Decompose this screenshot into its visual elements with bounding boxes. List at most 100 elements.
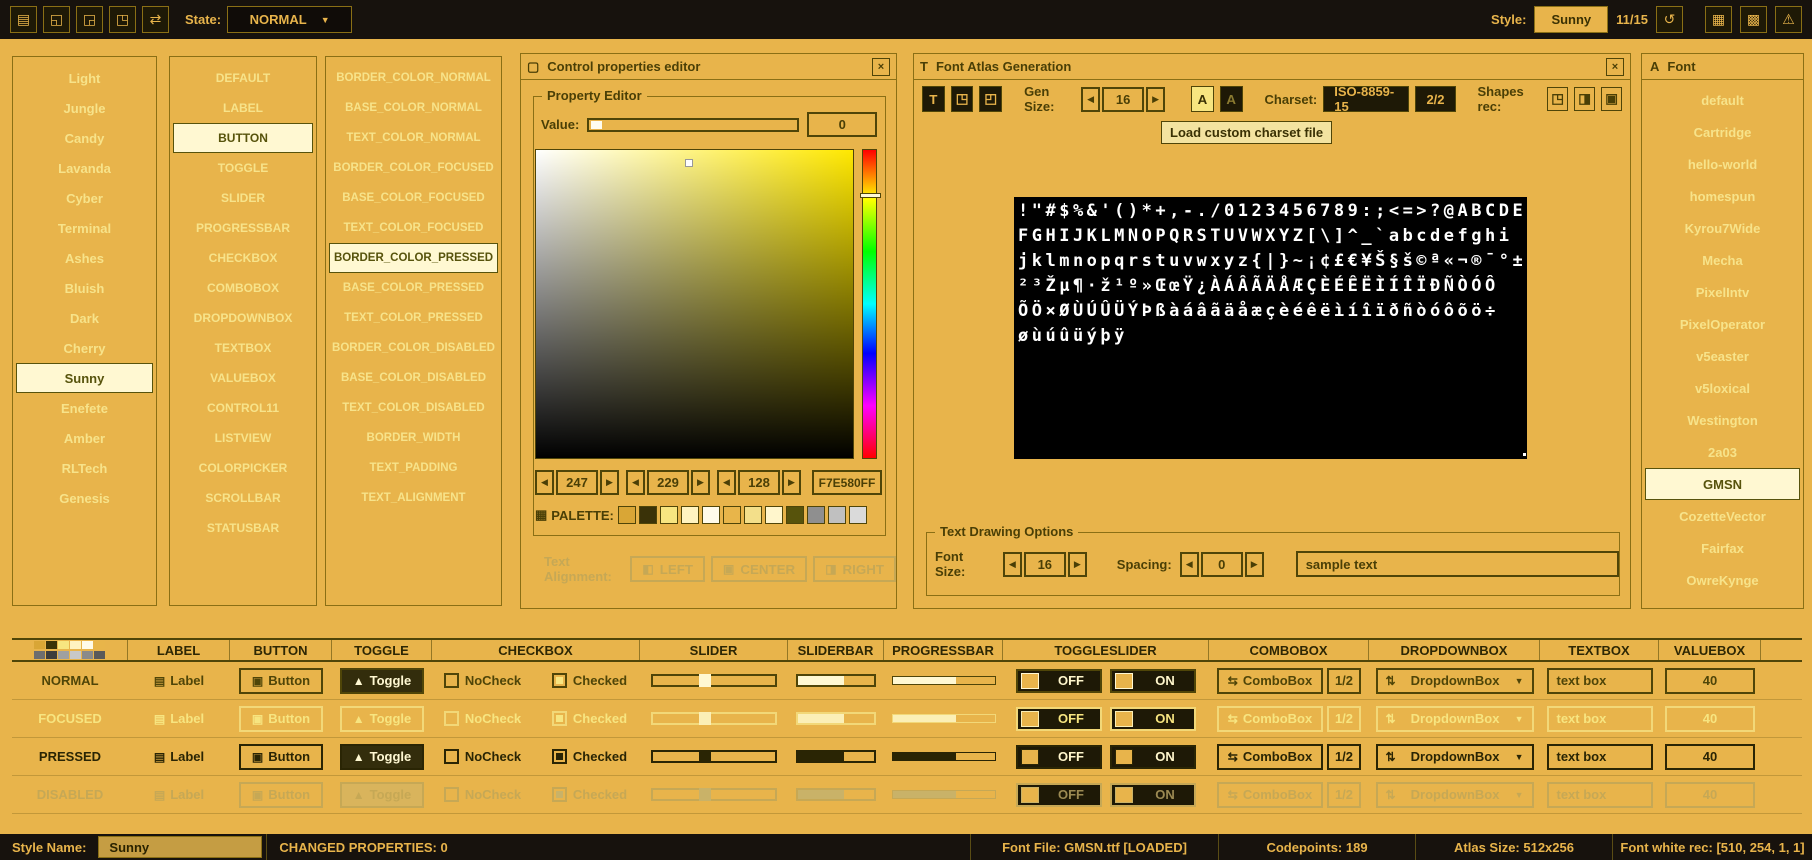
gen-size-decrement-icon[interactable]: ◀: [1081, 87, 1100, 112]
control-list-item[interactable]: DEFAULT: [173, 63, 313, 93]
palette-swatch[interactable]: [744, 506, 762, 524]
preview-textbox[interactable]: text box: [1547, 706, 1653, 732]
toggleslider-knob[interactable]: [1115, 787, 1133, 803]
hex-color-field[interactable]: F7E580FF: [812, 470, 882, 495]
random-style-icon[interactable]: ⇄: [142, 6, 169, 33]
export-style-icon[interactable]: ◳: [109, 6, 136, 33]
palette-swatch[interactable]: [702, 506, 720, 524]
preview-checkbox-checked[interactable]: Checked: [539, 749, 640, 764]
preview-toggleslider-on[interactable]: ON: [1110, 783, 1196, 807]
palette-swatch[interactable]: [723, 506, 741, 524]
palette-swatch[interactable]: [786, 506, 804, 524]
checkbox-icon[interactable]: [444, 749, 459, 764]
preview-toggle[interactable]: ▲ Toggle: [340, 744, 424, 770]
style-list-item[interactable]: Genesis: [16, 483, 153, 513]
shapes-rec-icon-3[interactable]: ▣: [1601, 87, 1622, 111]
green-increment-icon[interactable]: ▶: [691, 470, 710, 495]
font-export-icon[interactable]: ◳: [951, 86, 974, 112]
preview-button[interactable]: ▣ Button: [239, 744, 323, 770]
preview-combobox[interactable]: ⇆ ComboBox: [1217, 744, 1323, 770]
palette-swatch[interactable]: [618, 506, 636, 524]
preview-checkbox-checked[interactable]: Checked: [539, 673, 640, 688]
toggleslider-knob[interactable]: [1021, 673, 1039, 689]
font-list-item[interactable]: Kyrou7Wide: [1645, 212, 1800, 244]
preview-textbox[interactable]: text box: [1547, 744, 1653, 770]
blue-value[interactable]: 128: [738, 470, 780, 495]
green-decrement-icon[interactable]: ◀: [626, 470, 645, 495]
issue-report-icon[interactable]: ⚠: [1775, 6, 1802, 33]
property-list-item[interactable]: TEXT_ALIGNMENT: [329, 483, 498, 513]
palette-swatch[interactable]: [828, 506, 846, 524]
gen-size-value[interactable]: 16: [1102, 87, 1144, 112]
property-list-item[interactable]: TEXT_COLOR_DISABLED: [329, 393, 498, 423]
checkbox-icon[interactable]: [444, 673, 459, 688]
property-list-item[interactable]: BORDER_COLOR_DISABLED: [329, 333, 498, 363]
font-text-icon[interactable]: T: [922, 86, 945, 112]
property-list-item[interactable]: TEXT_COLOR_PRESSED: [329, 303, 498, 333]
toggleslider-knob[interactable]: [1021, 711, 1039, 727]
preview-valuebox[interactable]: 40: [1665, 668, 1755, 694]
preview-combobox[interactable]: ⇆ ComboBox: [1217, 668, 1323, 694]
toggleslider-knob[interactable]: [1115, 749, 1133, 765]
font-list-item[interactable]: default: [1645, 84, 1800, 116]
style-list-item[interactable]: Ashes: [16, 243, 153, 273]
checkbox-checked-icon[interactable]: [552, 673, 567, 688]
control-list-item[interactable]: SLIDER: [173, 183, 313, 213]
preview-button[interactable]: ▣ Button: [239, 782, 323, 808]
style-list-item[interactable]: Lavanda: [16, 153, 153, 183]
preview-dropdownbox[interactable]: ⇅ DropdownBox ▼: [1376, 706, 1534, 732]
property-list-item[interactable]: BORDER_COLOR_FOCUSED: [329, 153, 498, 183]
red-decrement-icon[interactable]: ◀: [535, 470, 554, 495]
preview-checkbox-unchecked[interactable]: NoCheck: [432, 787, 533, 802]
preview-checkbox-unchecked[interactable]: NoCheck: [432, 673, 533, 688]
control-list-item[interactable]: STATUSBAR: [173, 513, 313, 543]
checkbox-icon[interactable]: [444, 711, 459, 726]
preview-slider[interactable]: [651, 712, 777, 725]
color-picker-marker[interactable]: [685, 159, 693, 167]
shapes-rec-icon-2[interactable]: ◨: [1574, 87, 1595, 111]
control-list-item[interactable]: CONTROL11: [173, 393, 313, 423]
property-list-item[interactable]: TEXT_COLOR_NORMAL: [329, 123, 498, 153]
preview-sliderbar[interactable]: [796, 750, 876, 763]
slider-handle[interactable]: [699, 712, 711, 725]
font-list-item[interactable]: OwreKynge: [1645, 564, 1800, 596]
hue-bar[interactable]: [862, 149, 877, 459]
property-list-item[interactable]: TEXT_PADDING: [329, 453, 498, 483]
control-list-item[interactable]: TEXTBOX: [173, 333, 313, 363]
font-list-item[interactable]: v5loxical: [1645, 372, 1800, 404]
checkbox-checked-icon[interactable]: [552, 711, 567, 726]
combobox-counter[interactable]: 1/2: [1327, 782, 1361, 808]
preview-dropdownbox[interactable]: ⇅ DropdownBox ▼: [1376, 744, 1534, 770]
combobox-counter[interactable]: 1/2: [1327, 706, 1361, 732]
font-list-item[interactable]: Westington: [1645, 404, 1800, 436]
font-size-value[interactable]: 16: [1024, 552, 1066, 577]
control-list-item[interactable]: TOGGLE: [173, 153, 313, 183]
font-list-item[interactable]: Fairfax: [1645, 532, 1800, 564]
font-atlas-titlebar[interactable]: T Font Atlas Generation ×: [914, 54, 1630, 80]
text-align-button[interactable]: ▣ CENTER: [711, 556, 807, 582]
red-increment-icon[interactable]: ▶: [600, 470, 619, 495]
new-style-icon[interactable]: ▤: [10, 6, 37, 33]
close-icon[interactable]: ×: [872, 58, 890, 76]
control-list-item[interactable]: PROGRESSBAR: [173, 213, 313, 243]
sample-text-input[interactable]: sample text: [1296, 551, 1619, 577]
preview-toggleslider-off[interactable]: OFF: [1016, 783, 1102, 807]
preview-checkbox-checked[interactable]: Checked: [539, 711, 640, 726]
spacing-decrement-icon[interactable]: ◀: [1180, 552, 1199, 577]
preview-toggleslider-off[interactable]: OFF: [1016, 707, 1102, 731]
preview-toggleslider-on[interactable]: ON: [1110, 707, 1196, 731]
text-align-button[interactable]: ◧ LEFT: [630, 556, 705, 582]
font-list-item[interactable]: homespun: [1645, 180, 1800, 212]
spacing-value[interactable]: 0: [1201, 552, 1243, 577]
preview-checkbox-unchecked[interactable]: NoCheck: [432, 711, 533, 726]
font-list-item[interactable]: PixelIntv: [1645, 276, 1800, 308]
font-list-item[interactable]: hello-world: [1645, 148, 1800, 180]
control-list-item[interactable]: BUTTON: [173, 123, 313, 153]
slider-handle[interactable]: [699, 674, 711, 687]
style-list-item[interactable]: Candy: [16, 123, 153, 153]
preview-button[interactable]: ▣ Button: [239, 668, 323, 694]
spacing-increment-icon[interactable]: ▶: [1245, 552, 1264, 577]
preview-toggleslider-off[interactable]: OFF: [1016, 669, 1102, 693]
font-size-decrement-icon[interactable]: ◀: [1003, 552, 1022, 577]
preview-toggleslider-on[interactable]: ON: [1110, 669, 1196, 693]
